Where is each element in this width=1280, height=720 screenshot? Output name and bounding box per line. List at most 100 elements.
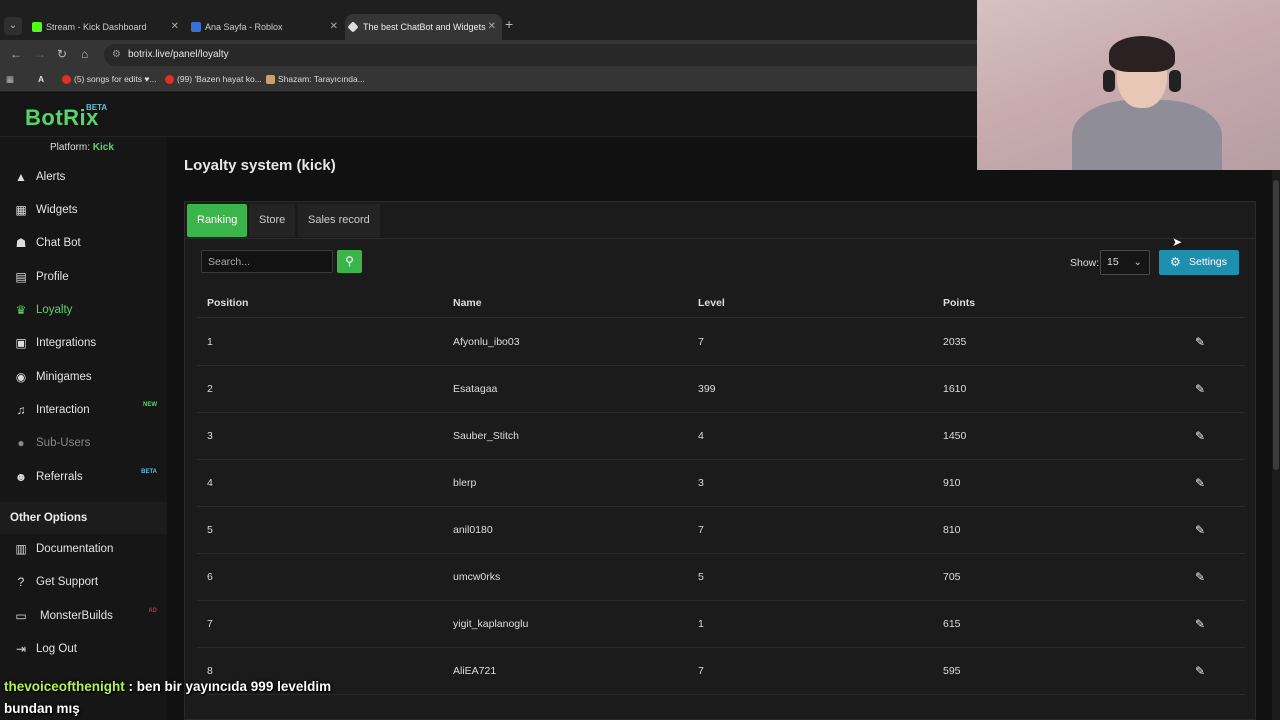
chat-username: thevoiceofthenight (4, 679, 125, 694)
youtube-icon (62, 75, 71, 84)
sidebar-item-alerts[interactable]: ▲ Alerts (0, 161, 167, 194)
sidebar-item-documentation[interactable]: ▥ Documentation (0, 533, 167, 566)
sidebar-item-monsterbuilds[interactable]: ▭ MonsterBuilds AD (0, 600, 167, 633)
browser-tab[interactable]: Ana Sayfa - Roblox ✕ (187, 14, 344, 40)
edit-pencil-icon[interactable]: ✎ (1195, 413, 1205, 460)
column-header-name[interactable]: Name (453, 288, 482, 318)
apps-grid-icon[interactable]: ▦ (6, 74, 14, 85)
cell-points: 705 (943, 571, 961, 583)
sidebar-item-label: Alerts (36, 171, 66, 183)
close-tab-icon[interactable]: ✕ (171, 14, 179, 40)
chat-message-line: thevoiceofthenight : ben bir yayıncıda 9… (4, 676, 331, 698)
sidebar-item-minigames[interactable]: ◉ Minigames (0, 361, 167, 394)
sidebar-item-label: Widgets (36, 204, 78, 216)
cell-points: 595 (943, 665, 961, 677)
cell-name: yigit_kaplanoglu (453, 618, 529, 630)
cell-level: 5 (698, 571, 704, 583)
sidebar: Platform: Kick ▲ Alerts ▦ Widgets ☗ Chat… (0, 137, 167, 720)
close-tab-icon[interactable]: ✕ (488, 14, 496, 40)
sidebar-item-loyalty[interactable]: ♛ Loyalty (0, 294, 167, 327)
beta-badge: BETA (86, 103, 108, 112)
scrollbar-thumb[interactable] (1273, 180, 1279, 470)
sidebar-item-label: Get Support (36, 576, 99, 588)
reload-icon[interactable]: ↻ (57, 47, 67, 61)
sidebar-item-referrals[interactable]: ☻ Referrals BETA (0, 461, 167, 494)
edit-pencil-icon[interactable]: ✎ (1195, 507, 1205, 554)
table-header: Position Name Level Points (197, 288, 1245, 318)
settings-button[interactable]: ⚙ Settings (1159, 250, 1239, 275)
roblox-favicon-icon (191, 22, 201, 32)
cell-points: 615 (943, 618, 961, 630)
edit-pencil-icon[interactable]: ✎ (1195, 460, 1205, 507)
bookmark-item[interactable]: (5) songs for edits ♥... (62, 74, 157, 84)
edit-pencil-icon[interactable]: ✎ (1195, 319, 1205, 366)
edit-pencil-icon[interactable]: ✎ (1195, 366, 1205, 413)
sidebar-item-chat-bot[interactable]: ☗ Chat Bot (0, 227, 167, 260)
table-row: 6 umcw0rks 5 705 ✎ (197, 554, 1245, 601)
shazam-icon (266, 75, 275, 84)
home-icon[interactable]: ⌂ (81, 47, 88, 61)
gamepad-icon: ◉ (15, 370, 27, 384)
forward-icon[interactable]: → (34, 47, 46, 61)
table-row: 8 AliEA721 7 595 ✎ (197, 648, 1245, 695)
sidebar-item-log-out[interactable]: ⇥ Log Out (0, 633, 167, 666)
cell-name: Esatagaa (453, 383, 498, 395)
browser-tab[interactable]: Stream - Kick Dashboard ✕ (28, 14, 185, 40)
mouse-cursor-icon: ➤ (1172, 235, 1183, 249)
edit-pencil-icon[interactable]: ✎ (1195, 601, 1205, 648)
tab-store[interactable]: Store (249, 204, 296, 237)
cell-position: 4 (207, 477, 213, 489)
warning-icon: ▲ (15, 170, 27, 184)
sidebar-item-profile[interactable]: ▤ Profile (0, 261, 167, 294)
sidebar-item-get-support[interactable]: ? Get Support (0, 566, 167, 599)
cell-level: 399 (698, 383, 716, 395)
gears-icon: ⚙ (1170, 255, 1181, 269)
cell-name: umcw0rks (453, 571, 501, 583)
sidebar-item-interaction[interactable]: ♫ Interaction NEW (0, 394, 167, 427)
new-tab-icon[interactable]: + (505, 16, 513, 32)
column-header-level[interactable]: Level (698, 288, 725, 318)
sidebar-item-label: Chat Bot (36, 237, 81, 249)
new-badge: NEW (143, 402, 157, 408)
column-header-position[interactable]: Position (207, 288, 248, 318)
sidebar-item-label: MonsterBuilds (40, 610, 113, 622)
kick-favicon-icon (32, 22, 42, 32)
sidebar-item-integrations[interactable]: ▣ Integrations (0, 327, 167, 360)
back-icon[interactable]: ← (10, 47, 22, 61)
bookmark-item[interactable]: Shazam: Tarayıcında... (266, 74, 365, 84)
sidebar-item-widgets[interactable]: ▦ Widgets (0, 194, 167, 227)
webcam-person-body (1072, 100, 1222, 170)
stream-chat-overlay: thevoiceofthenight : ben bir yayıncıda 9… (4, 676, 331, 720)
page-size-select[interactable]: 15 ⌄ (1100, 250, 1150, 275)
table-row: 2 Esatagaa 399 1610 ✎ (197, 366, 1245, 413)
table-row: 4 blerp 3 910 ✎ (197, 460, 1245, 507)
site-info-icon[interactable]: ⚙ (112, 44, 121, 66)
chat-message-text: bundan mış (4, 701, 80, 716)
table-row: 3 Sauber_Stitch 4 1450 ✎ (197, 413, 1245, 460)
sidebar-item-label: Interaction (36, 404, 90, 416)
bookmark-icon[interactable]: A (38, 74, 44, 84)
page-scrollbar[interactable] (1272, 170, 1280, 720)
browser-tab-active[interactable]: The best ChatBot and Widgets ✕ (345, 14, 502, 40)
tab-sales-record[interactable]: Sales record (298, 204, 380, 237)
cell-points: 1450 (943, 430, 967, 442)
bookmark-item[interactable]: (99) 'Bazen hayat ko... (165, 74, 262, 84)
tab-ranking[interactable]: Ranking (187, 204, 248, 237)
close-tab-icon[interactable]: ✕ (330, 14, 338, 40)
webcam-overlay (977, 0, 1280, 170)
column-header-points[interactable]: Points (943, 288, 975, 318)
address-bar[interactable]: ⚙ botrix.live/panel/loyalty (104, 44, 984, 66)
trophy-icon: ♛ (15, 303, 27, 317)
platform-indicator: Platform: Kick (50, 142, 114, 153)
search-button[interactable]: ⚲ (337, 250, 362, 273)
cell-level: 1 (698, 618, 704, 630)
tab-search-button[interactable]: ⌄ (4, 17, 22, 35)
cell-points: 2035 (943, 336, 967, 348)
users-icon: ● (17, 436, 25, 450)
cell-points: 1610 (943, 383, 967, 395)
page-title: Loyalty system (kick) (184, 157, 336, 174)
edit-pencil-icon[interactable]: ✎ (1195, 648, 1205, 695)
cell-position: 7 (207, 618, 213, 630)
edit-pencil-icon[interactable]: ✎ (1195, 554, 1205, 601)
search-input[interactable] (201, 250, 333, 273)
